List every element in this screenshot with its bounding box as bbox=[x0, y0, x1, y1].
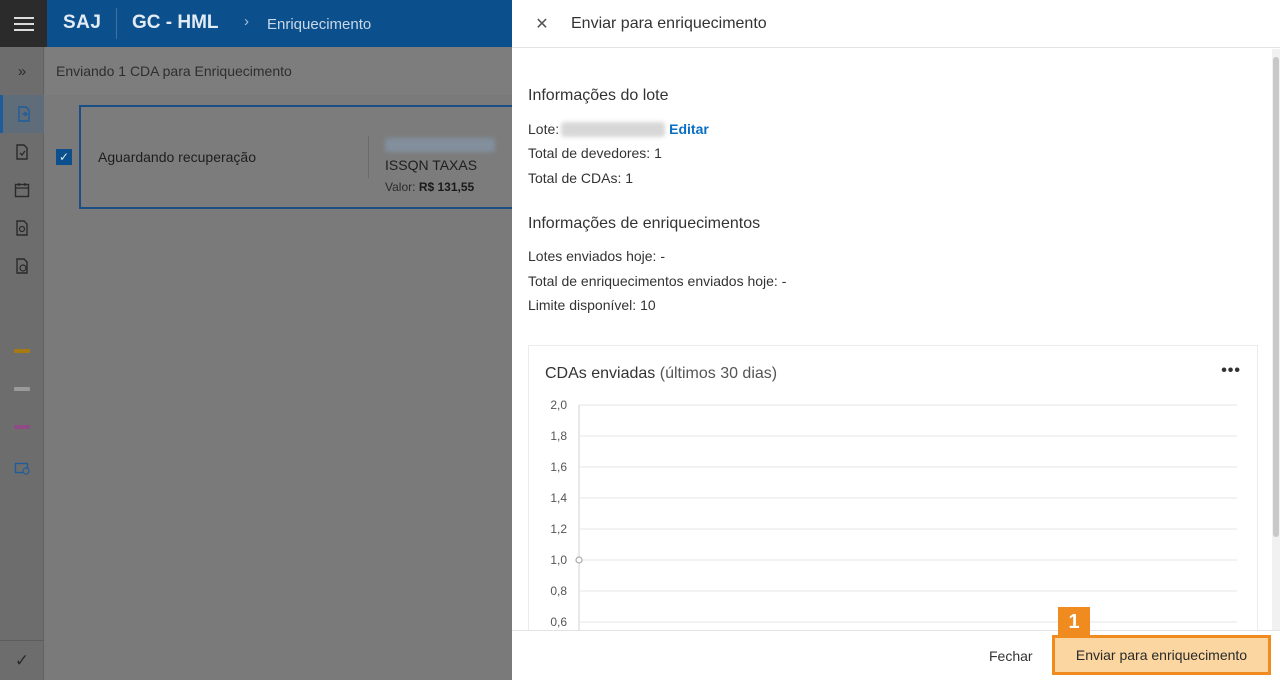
panel-header: ✕ Enviar para enriquecimento bbox=[512, 0, 1280, 48]
card-divider bbox=[368, 136, 369, 178]
document-clock-icon[interactable] bbox=[0, 247, 44, 285]
brand-logo: SAJ bbox=[63, 12, 102, 33]
y-tick-label: 1,2 bbox=[550, 522, 567, 536]
header-divider bbox=[116, 8, 117, 39]
lote-section-title: Informações do lote bbox=[528, 87, 669, 104]
y-tick-label: 0,8 bbox=[550, 584, 567, 598]
devedores-line: Total de devedores: 1 bbox=[528, 145, 662, 161]
cdas-chart: CDAs enviadas (últimos 30 dias) ••• 2,0 1… bbox=[528, 345, 1258, 630]
lote-line: Lote: Editar bbox=[528, 121, 709, 137]
redacted-debtor bbox=[385, 138, 495, 152]
limite-line: Limite disponível: 10 bbox=[528, 297, 656, 313]
document-money-icon[interactable] bbox=[0, 209, 44, 247]
cdas-line: Total de CDAs: 1 bbox=[528, 170, 634, 186]
y-tick-label: 1,6 bbox=[550, 460, 567, 474]
document-check-icon[interactable] bbox=[0, 133, 44, 171]
calendar-money-icon[interactable] bbox=[0, 171, 44, 209]
chart-plot: 2,0 1,8 1,6 1,4 1,2 1,0 0,8 0,6 bbox=[550, 398, 1237, 630]
card-add-icon[interactable] bbox=[0, 449, 44, 487]
status-marker-gray[interactable] bbox=[14, 387, 30, 391]
y-tick-label: 2,0 bbox=[550, 398, 567, 412]
data-point[interactable] bbox=[575, 556, 583, 564]
send-enrichment-panel: ✕ Enviar para enriquecimento Informações… bbox=[512, 0, 1280, 680]
y-tick-label: 1,8 bbox=[550, 429, 567, 443]
checkmark-icon[interactable]: ✓ bbox=[0, 640, 44, 680]
card-status: Aguardando recuperação bbox=[98, 149, 257, 165]
redacted-lote-id bbox=[561, 122, 666, 137]
app-name[interactable]: GC - HML bbox=[132, 12, 219, 34]
edit-lote-link[interactable]: Editar bbox=[669, 121, 709, 137]
panel-scrollbar[interactable] bbox=[1272, 49, 1280, 630]
card-tax-name: ISSQN TAXAS bbox=[385, 157, 478, 173]
submit-enrichment-button[interactable]: Enviar para enriquecimento bbox=[1052, 635, 1271, 675]
y-tick-label: 1,0 bbox=[550, 553, 567, 567]
status-marker-yellow[interactable] bbox=[14, 349, 30, 353]
expand-sidebar-icon[interactable]: » bbox=[0, 47, 44, 95]
sending-status-text: Enviando 1 CDA para Enriquecimento bbox=[56, 63, 292, 79]
card-value: Valor: R$ 131,55 bbox=[385, 180, 475, 194]
sidebar: » ✓ bbox=[0, 47, 44, 680]
panel-title: Enviar para enriquecimento bbox=[571, 15, 767, 32]
cda-checkbox[interactable]: ✓ bbox=[56, 149, 72, 165]
breadcrumb-current: Enriquecimento bbox=[267, 16, 372, 33]
status-marker-purple[interactable] bbox=[14, 425, 30, 429]
lotes-hoje-line: Lotes enviados hoje: - bbox=[528, 248, 665, 264]
panel-body: Informações do lote Lote: Editar Total de… bbox=[512, 49, 1280, 630]
step-badge: 1 bbox=[1058, 607, 1090, 637]
hamburger-menu-icon[interactable] bbox=[0, 0, 47, 47]
close-button[interactable]: Fechar bbox=[989, 648, 1033, 664]
document-send-icon[interactable] bbox=[0, 95, 44, 133]
scrollbar-thumb[interactable] bbox=[1273, 57, 1279, 537]
y-tick-label: 1,4 bbox=[550, 491, 567, 505]
enrich-section-title: Informações de enriquecimentos bbox=[528, 215, 761, 232]
enriq-hoje-line: Total de enriquecimentos enviados hoje: … bbox=[528, 273, 787, 289]
chevron-right-icon: › bbox=[244, 13, 249, 30]
sub-header: Enviando 1 CDA para Enriquecimento bbox=[45, 47, 515, 95]
close-icon[interactable]: ✕ bbox=[532, 14, 552, 34]
y-tick-label: 0,6 bbox=[550, 615, 567, 629]
